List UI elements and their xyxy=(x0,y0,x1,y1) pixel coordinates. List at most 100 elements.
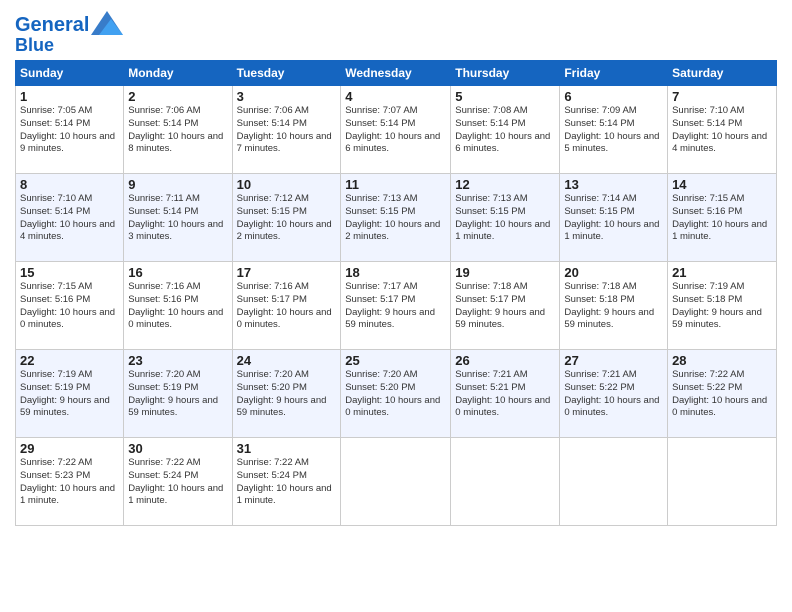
day-detail: Sunrise: 7:22 AMSunset: 5:22 PMDaylight:… xyxy=(672,369,767,418)
day-number: 9 xyxy=(128,177,227,192)
calendar-cell: 11Sunrise: 7:13 AMSunset: 5:15 PMDayligh… xyxy=(341,174,451,262)
calendar-cell: 24Sunrise: 7:20 AMSunset: 5:20 PMDayligh… xyxy=(232,350,341,438)
weekday-header-sunday: Sunday xyxy=(16,61,124,86)
day-number: 3 xyxy=(237,89,337,104)
day-detail: Sunrise: 7:05 AMSunset: 5:14 PMDaylight:… xyxy=(20,105,115,154)
calendar-cell: 8Sunrise: 7:10 AMSunset: 5:14 PMDaylight… xyxy=(16,174,124,262)
logo-icon xyxy=(91,11,123,35)
weekday-header-wednesday: Wednesday xyxy=(341,61,451,86)
day-detail: Sunrise: 7:12 AMSunset: 5:15 PMDaylight:… xyxy=(237,193,332,242)
day-number: 19 xyxy=(455,265,555,280)
day-number: 5 xyxy=(455,89,555,104)
day-detail: Sunrise: 7:20 AMSunset: 5:20 PMDaylight:… xyxy=(237,369,327,418)
calendar-cell xyxy=(341,438,451,526)
day-detail: Sunrise: 7:16 AMSunset: 5:17 PMDaylight:… xyxy=(237,281,332,330)
calendar-cell: 16Sunrise: 7:16 AMSunset: 5:16 PMDayligh… xyxy=(124,262,232,350)
calendar-cell: 29Sunrise: 7:22 AMSunset: 5:23 PMDayligh… xyxy=(16,438,124,526)
calendar-cell: 25Sunrise: 7:20 AMSunset: 5:20 PMDayligh… xyxy=(341,350,451,438)
calendar-cell: 6Sunrise: 7:09 AMSunset: 5:14 PMDaylight… xyxy=(560,86,668,174)
weekday-header-thursday: Thursday xyxy=(451,61,560,86)
day-detail: Sunrise: 7:13 AMSunset: 5:15 PMDaylight:… xyxy=(455,193,550,242)
day-number: 28 xyxy=(672,353,772,368)
logo-text: General xyxy=(15,14,89,36)
day-detail: Sunrise: 7:18 AMSunset: 5:18 PMDaylight:… xyxy=(564,281,654,330)
calendar-cell: 15Sunrise: 7:15 AMSunset: 5:16 PMDayligh… xyxy=(16,262,124,350)
calendar-cell: 27Sunrise: 7:21 AMSunset: 5:22 PMDayligh… xyxy=(560,350,668,438)
weekday-header-saturday: Saturday xyxy=(668,61,777,86)
day-number: 6 xyxy=(564,89,663,104)
day-number: 10 xyxy=(237,177,337,192)
day-detail: Sunrise: 7:18 AMSunset: 5:17 PMDaylight:… xyxy=(455,281,545,330)
day-detail: Sunrise: 7:11 AMSunset: 5:14 PMDaylight:… xyxy=(128,193,223,242)
calendar-cell: 1Sunrise: 7:05 AMSunset: 5:14 PMDaylight… xyxy=(16,86,124,174)
calendar-cell: 12Sunrise: 7:13 AMSunset: 5:15 PMDayligh… xyxy=(451,174,560,262)
day-number: 16 xyxy=(128,265,227,280)
calendar-cell: 7Sunrise: 7:10 AMSunset: 5:14 PMDaylight… xyxy=(668,86,777,174)
calendar-cell: 31Sunrise: 7:22 AMSunset: 5:24 PMDayligh… xyxy=(232,438,341,526)
day-number: 7 xyxy=(672,89,772,104)
day-number: 15 xyxy=(20,265,119,280)
day-detail: Sunrise: 7:17 AMSunset: 5:17 PMDaylight:… xyxy=(345,281,435,330)
day-number: 31 xyxy=(237,441,337,456)
header: General Blue xyxy=(15,10,777,56)
calendar-cell: 28Sunrise: 7:22 AMSunset: 5:22 PMDayligh… xyxy=(668,350,777,438)
day-detail: Sunrise: 7:09 AMSunset: 5:14 PMDaylight:… xyxy=(564,105,659,154)
day-detail: Sunrise: 7:21 AMSunset: 5:22 PMDaylight:… xyxy=(564,369,659,418)
day-number: 1 xyxy=(20,89,119,104)
day-detail: Sunrise: 7:19 AMSunset: 5:18 PMDaylight:… xyxy=(672,281,762,330)
day-detail: Sunrise: 7:16 AMSunset: 5:16 PMDaylight:… xyxy=(128,281,223,330)
calendar-cell: 3Sunrise: 7:06 AMSunset: 5:14 PMDaylight… xyxy=(232,86,341,174)
calendar-cell xyxy=(451,438,560,526)
calendar-week-3: 22Sunrise: 7:19 AMSunset: 5:19 PMDayligh… xyxy=(16,350,777,438)
day-number: 22 xyxy=(20,353,119,368)
day-number: 20 xyxy=(564,265,663,280)
logo-blue: Blue xyxy=(15,35,54,55)
calendar-cell: 17Sunrise: 7:16 AMSunset: 5:17 PMDayligh… xyxy=(232,262,341,350)
day-detail: Sunrise: 7:21 AMSunset: 5:21 PMDaylight:… xyxy=(455,369,550,418)
calendar-table: SundayMondayTuesdayWednesdayThursdayFrid… xyxy=(15,60,777,526)
calendar-cell: 10Sunrise: 7:12 AMSunset: 5:15 PMDayligh… xyxy=(232,174,341,262)
calendar-cell: 2Sunrise: 7:06 AMSunset: 5:14 PMDaylight… xyxy=(124,86,232,174)
page-container: General Blue SundayMondayTuesdayWednesda… xyxy=(0,0,792,536)
calendar-cell xyxy=(668,438,777,526)
calendar-cell: 18Sunrise: 7:17 AMSunset: 5:17 PMDayligh… xyxy=(341,262,451,350)
calendar-cell: 13Sunrise: 7:14 AMSunset: 5:15 PMDayligh… xyxy=(560,174,668,262)
day-detail: Sunrise: 7:14 AMSunset: 5:15 PMDaylight:… xyxy=(564,193,659,242)
day-detail: Sunrise: 7:22 AMSunset: 5:24 PMDaylight:… xyxy=(237,457,332,506)
day-number: 11 xyxy=(345,177,446,192)
day-detail: Sunrise: 7:07 AMSunset: 5:14 PMDaylight:… xyxy=(345,105,440,154)
day-detail: Sunrise: 7:10 AMSunset: 5:14 PMDaylight:… xyxy=(20,193,115,242)
day-detail: Sunrise: 7:10 AMSunset: 5:14 PMDaylight:… xyxy=(672,105,767,154)
day-number: 12 xyxy=(455,177,555,192)
day-detail: Sunrise: 7:22 AMSunset: 5:24 PMDaylight:… xyxy=(128,457,223,506)
calendar-cell xyxy=(560,438,668,526)
calendar-cell: 19Sunrise: 7:18 AMSunset: 5:17 PMDayligh… xyxy=(451,262,560,350)
day-number: 8 xyxy=(20,177,119,192)
calendar-cell: 30Sunrise: 7:22 AMSunset: 5:24 PMDayligh… xyxy=(124,438,232,526)
day-number: 4 xyxy=(345,89,446,104)
day-detail: Sunrise: 7:19 AMSunset: 5:19 PMDaylight:… xyxy=(20,369,110,418)
calendar-body: 1Sunrise: 7:05 AMSunset: 5:14 PMDaylight… xyxy=(16,86,777,526)
day-number: 27 xyxy=(564,353,663,368)
day-number: 13 xyxy=(564,177,663,192)
day-number: 21 xyxy=(672,265,772,280)
day-number: 2 xyxy=(128,89,227,104)
calendar-cell: 26Sunrise: 7:21 AMSunset: 5:21 PMDayligh… xyxy=(451,350,560,438)
weekday-header-tuesday: Tuesday xyxy=(232,61,341,86)
calendar-cell: 14Sunrise: 7:15 AMSunset: 5:16 PMDayligh… xyxy=(668,174,777,262)
weekday-header-friday: Friday xyxy=(560,61,668,86)
calendar-week-2: 15Sunrise: 7:15 AMSunset: 5:16 PMDayligh… xyxy=(16,262,777,350)
day-number: 26 xyxy=(455,353,555,368)
day-detail: Sunrise: 7:15 AMSunset: 5:16 PMDaylight:… xyxy=(20,281,115,330)
calendar-cell: 21Sunrise: 7:19 AMSunset: 5:18 PMDayligh… xyxy=(668,262,777,350)
calendar-cell: 20Sunrise: 7:18 AMSunset: 5:18 PMDayligh… xyxy=(560,262,668,350)
day-detail: Sunrise: 7:20 AMSunset: 5:19 PMDaylight:… xyxy=(128,369,218,418)
day-number: 14 xyxy=(672,177,772,192)
calendar-cell: 9Sunrise: 7:11 AMSunset: 5:14 PMDaylight… xyxy=(124,174,232,262)
calendar-week-0: 1Sunrise: 7:05 AMSunset: 5:14 PMDaylight… xyxy=(16,86,777,174)
calendar-cell: 23Sunrise: 7:20 AMSunset: 5:19 PMDayligh… xyxy=(124,350,232,438)
calendar-cell: 22Sunrise: 7:19 AMSunset: 5:19 PMDayligh… xyxy=(16,350,124,438)
weekday-header-row: SundayMondayTuesdayWednesdayThursdayFrid… xyxy=(16,61,777,86)
day-detail: Sunrise: 7:06 AMSunset: 5:14 PMDaylight:… xyxy=(128,105,223,154)
weekday-header-monday: Monday xyxy=(124,61,232,86)
